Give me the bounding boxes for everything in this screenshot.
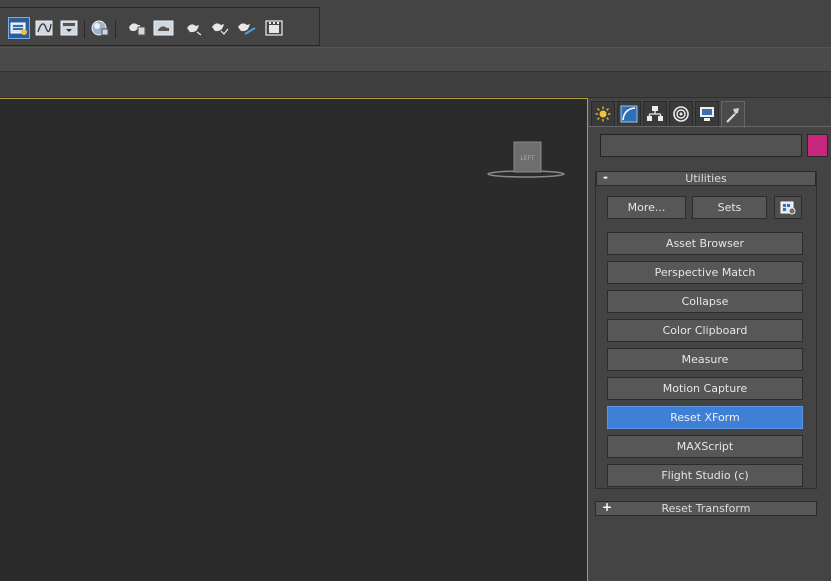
render-teapot-icon[interactable] (183, 17, 205, 39)
utilities-rollout: - Utilities More... Sets Asset Browser P… (595, 171, 817, 489)
utility-button-maxscript[interactable]: MAXScript (607, 435, 803, 458)
toggle-ribbon-icon[interactable] (58, 17, 80, 39)
layer-explorer-icon[interactable] (8, 17, 30, 39)
utilities-rollout-header[interactable]: - Utilities (596, 171, 816, 186)
tab-divider (588, 126, 831, 127)
material-editor-icon[interactable] (89, 17, 111, 39)
render-setup-icon[interactable] (126, 17, 148, 39)
object-color-swatch[interactable] (807, 134, 828, 157)
motion-tab-icon[interactable] (669, 101, 693, 126)
rollout-collapse-toggle[interactable]: - (603, 171, 608, 184)
utility-button-reset-xform[interactable]: Reset XForm (607, 406, 803, 429)
curve-editor-icon[interactable] (33, 17, 55, 39)
toolbar-separator (115, 20, 116, 38)
utility-button-motion-capture[interactable]: Motion Capture (607, 377, 803, 400)
rollout-expand-toggle[interactable]: + (602, 501, 612, 514)
main-toolbar (0, 0, 831, 47)
command-panel: - Utilities More... Sets Asset Browser P… (588, 98, 831, 581)
display-tab-icon[interactable] (695, 101, 719, 126)
utility-button-asset-browser[interactable]: Asset Browser (607, 232, 803, 255)
rendered-frame-window-icon[interactable] (153, 17, 175, 39)
render-frame-icon[interactable] (263, 17, 285, 39)
more-button[interactable]: More... (607, 196, 686, 219)
utilities-rollout-title: Utilities (685, 172, 727, 185)
toolbar-separator (84, 20, 85, 38)
modify-tab-icon[interactable] (617, 101, 641, 126)
toolbar-group-render (0, 7, 320, 46)
reset-transform-rollout: + Reset Transform (595, 501, 817, 517)
hierarchy-tab-icon[interactable] (643, 101, 667, 126)
utility-button-measure[interactable]: Measure (607, 348, 803, 371)
reset-transform-rollout-title: Reset Transform (661, 502, 751, 515)
render-iterative-icon[interactable] (208, 17, 230, 39)
toolbar-row-3 (0, 72, 831, 98)
utility-button-flight-studio[interactable]: Flight Studio (c) (607, 464, 803, 487)
command-panel-tabs (591, 101, 747, 128)
render-activeshade-icon[interactable] (235, 17, 257, 39)
viewcube[interactable]: LEFT (486, 139, 572, 183)
utility-button-perspective-match[interactable]: Perspective Match (607, 261, 803, 284)
create-tab-icon[interactable] (591, 101, 615, 126)
viewport-left[interactable]: LEFT (0, 98, 588, 581)
sets-button[interactable]: Sets (692, 196, 767, 219)
utilities-tab-icon[interactable] (721, 101, 745, 128)
viewcube-label: LEFT (520, 155, 534, 162)
object-name-field[interactable] (600, 134, 802, 157)
utility-button-color-clipboard[interactable]: Color Clipboard (607, 319, 803, 342)
configure-button-sets-icon[interactable] (774, 196, 802, 219)
utility-button-collapse[interactable]: Collapse (607, 290, 803, 313)
toolbar-row-2 (0, 47, 831, 72)
reset-transform-rollout-header[interactable]: + Reset Transform (595, 501, 817, 516)
